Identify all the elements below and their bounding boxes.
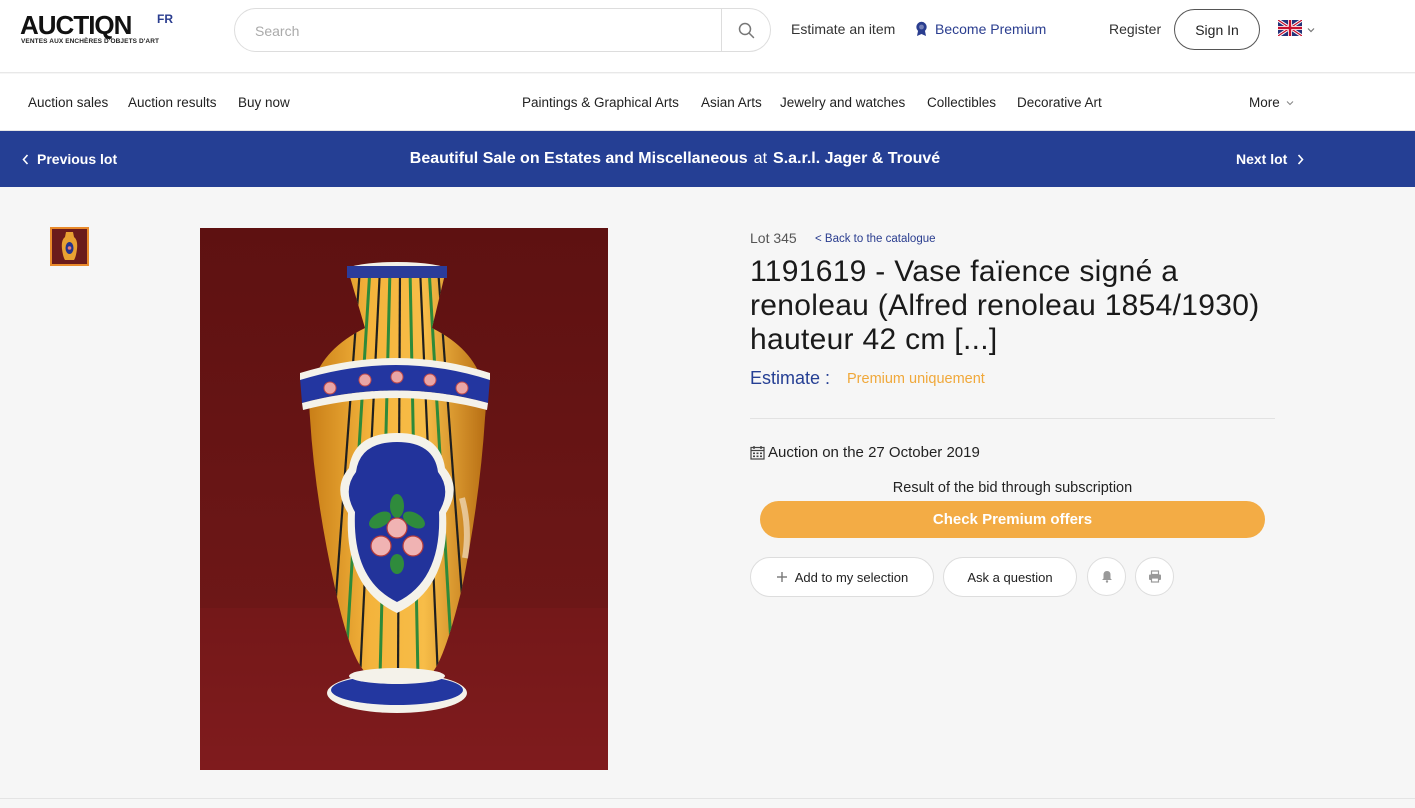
logo-tagline: VENTES AUX ENCHÈRES D'OBJETS D'ART [21,38,160,45]
add-to-selection-label: Add to my selection [794,569,909,585]
estimate-value: Premium uniquement [847,371,985,387]
sale-name-link[interactable]: Beautiful Sale on Estates and Miscellane… [410,150,748,167]
print-button[interactable] [1135,557,1174,596]
alert-button[interactable] [1087,557,1126,596]
nav-decorative-art[interactable]: Decorative Art [1017,95,1102,110]
chevron-right-icon [1298,153,1304,165]
sale-at-label: at [753,150,768,167]
become-premium-label: Become Premium [935,21,1047,37]
logo-text: AUCTIQN [20,10,132,40]
auction-date: Auction on the 27 October 2019 [750,444,980,461]
sign-in-button[interactable]: Sign In [1174,9,1260,50]
add-to-selection-button[interactable]: Add to my selection [750,557,934,597]
nav-paintings[interactable]: Paintings & Graphical Arts [522,95,679,110]
site-logo[interactable]: AUCTIQN FR VENTES AUX ENCHÈRES D'OBJETS … [20,10,190,50]
estimate-label: Estimate : [750,368,831,388]
chevron-down-icon [1307,28,1315,33]
next-lot-link[interactable]: Next lot [1236,151,1304,167]
premium-badge-icon [916,21,927,36]
lot-number: Lot 345 [750,230,797,246]
plus-icon [776,572,787,582]
lot-title: 1191619 - Vase faïence signé a renoleau … [750,255,1260,356]
become-premium-link[interactable]: Become Premium [914,21,1046,37]
uk-flag-icon [1278,20,1302,36]
nav-asian-arts[interactable]: Asian Arts [701,95,762,110]
register-link[interactable]: Register [1109,21,1161,37]
auction-date-text: Auction on the 27 October 2019 [768,444,980,461]
nav-auction-sales[interactable]: Auction sales [28,95,108,110]
result-subscription-text: Result of the bid through subscription [892,480,1133,496]
language-selector[interactable] [1276,18,1318,44]
nav-auction-results[interactable]: Auction results [128,95,217,110]
vase-thumbnail-image [52,229,87,264]
logo-superscript: FR [157,12,173,26]
next-lot-label: Next lot [1236,151,1288,167]
lot-navigation-bar: Previous lot Beautiful Sale on Estates a… [0,131,1415,187]
search-icon [738,22,754,38]
site-header: AUCTIQN FR VENTES AUX ENCHÈRES D'OBJETS … [0,0,1415,73]
nav-buy-now[interactable]: Buy now [238,95,290,110]
nav-collectibles[interactable]: Collectibles [927,95,996,110]
category-nav: Auction sales Auction results Buy now Pa… [0,74,1415,131]
search-input[interactable] [255,20,695,42]
calendar-icon [750,446,765,460]
nav-jewelry[interactable]: Jewelry and watches [780,95,905,110]
ask-question-button[interactable]: Ask a question [943,557,1077,597]
nav-more[interactable]: More [1249,95,1294,110]
vase-photo [200,228,608,770]
estimate-item-link[interactable]: Estimate an item [791,21,895,37]
print-icon [1148,570,1161,583]
details-divider [750,418,1275,419]
chevron-down-icon [1286,100,1294,105]
lot-main-image[interactable] [200,228,608,770]
bell-icon [1101,571,1112,583]
search-bar [234,8,771,52]
search-button[interactable] [721,9,770,51]
lot-thumbnail[interactable] [50,227,89,266]
nav-more-label: More [1249,95,1280,110]
auction-house-link[interactable]: S.a.r.l. Jager & Trouvé [773,150,940,167]
back-to-catalogue-link[interactable]: < Back to the catalogue [815,233,936,245]
page-bottom-divider [0,798,1415,799]
sale-heading: Beautiful Sale on Estates and Miscellane… [0,150,1350,168]
check-premium-offers-button[interactable]: Check Premium offers [760,501,1265,538]
